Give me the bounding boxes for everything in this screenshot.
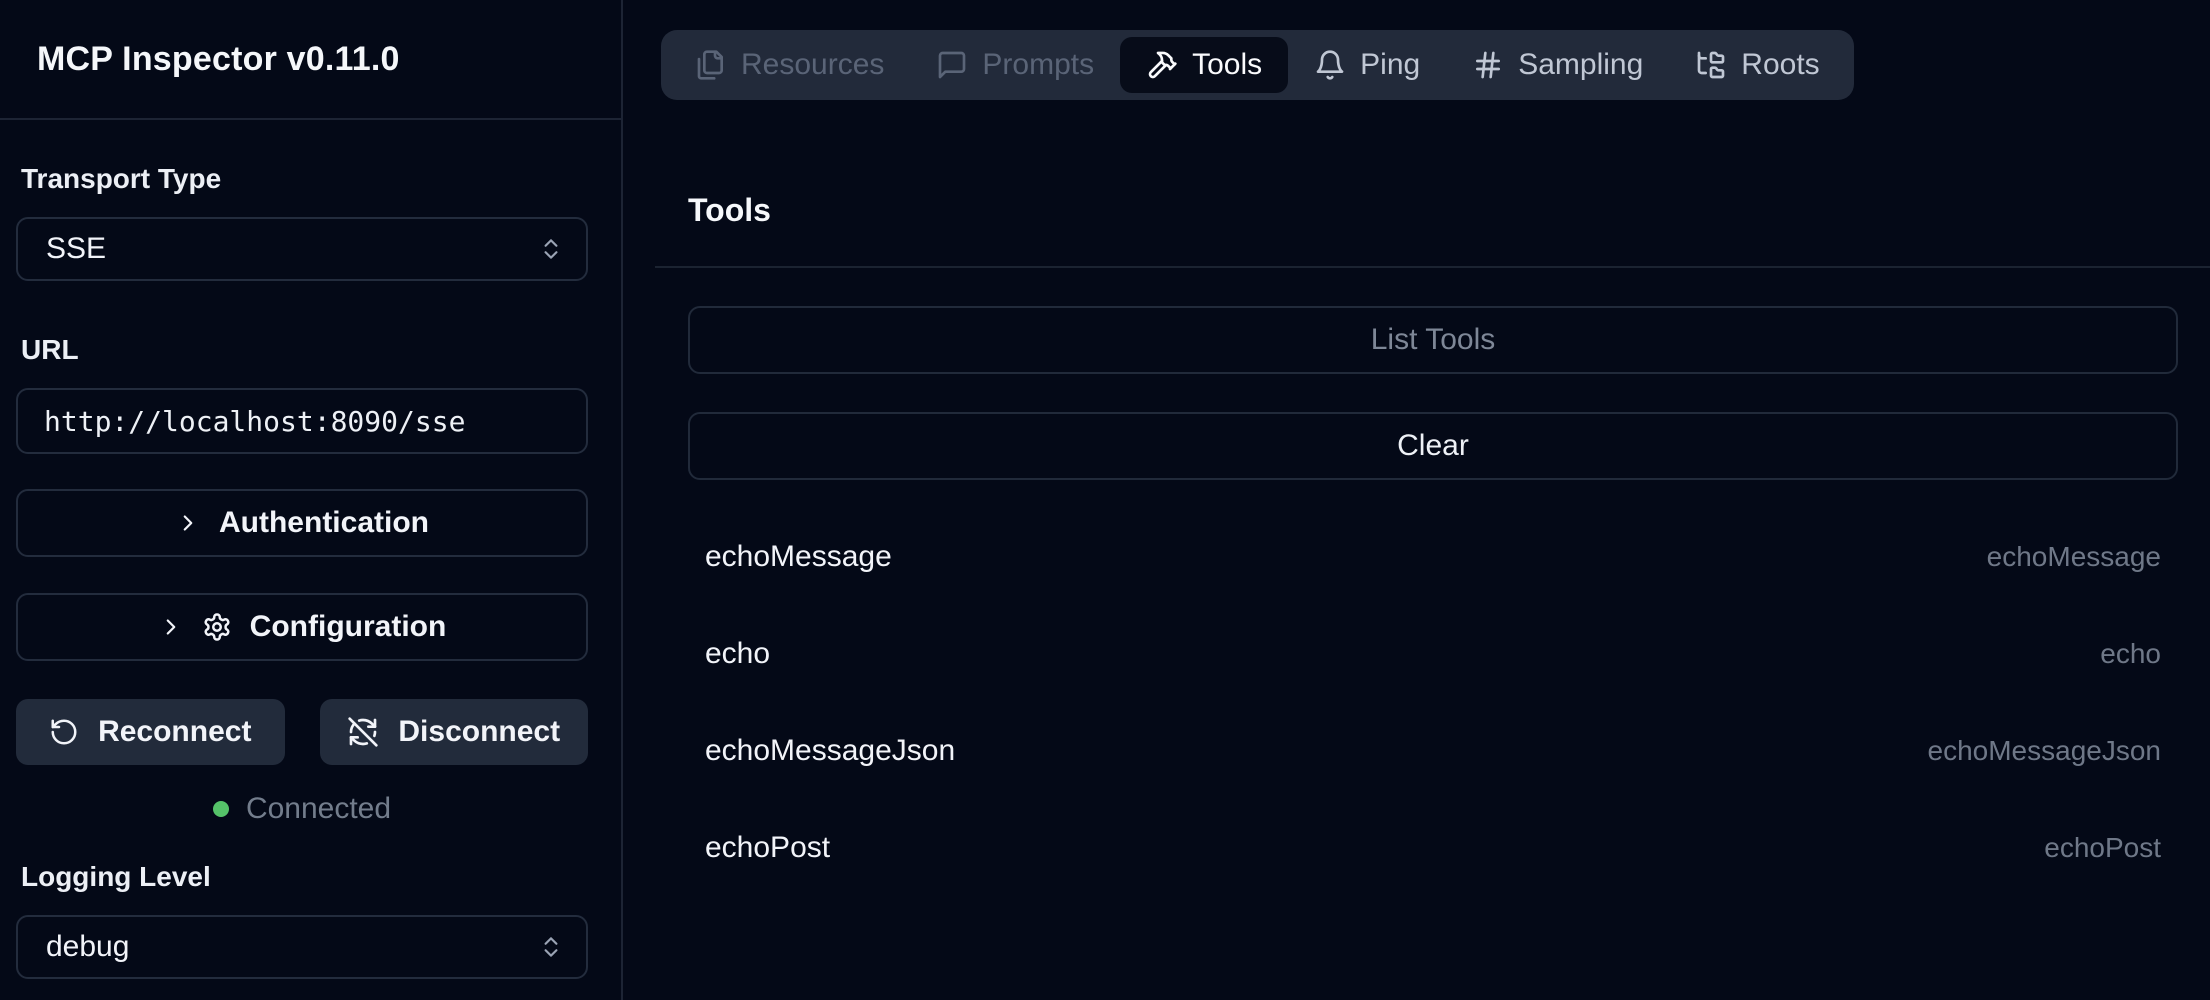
tool-row-echomessage[interactable]: echoMessage echoMessage	[688, 508, 2178, 605]
disconnect-button-label: Disconnect	[398, 715, 560, 749]
tool-row-echopost[interactable]: echoPost echoPost	[688, 799, 2178, 896]
logging-level-select[interactable]: debug	[16, 915, 588, 979]
rotate-ccw-icon	[49, 717, 79, 747]
hammer-icon	[1146, 49, 1178, 81]
main-panel: Resources Prompts Tools Ping	[623, 0, 2210, 1000]
reconnect-button-label: Reconnect	[98, 715, 251, 749]
transport-type-value: SSE	[46, 232, 106, 266]
refresh-cw-off-icon	[347, 716, 379, 748]
transport-type-select[interactable]: SSE	[16, 217, 588, 281]
tool-description: echoPost	[2044, 832, 2161, 864]
files-icon	[695, 49, 727, 81]
chevron-right-icon	[175, 510, 201, 536]
tool-row-echomessagejson[interactable]: echoMessageJson echoMessageJson	[688, 702, 2178, 799]
tool-name: echo	[705, 637, 770, 671]
connected-status-text: Connected	[246, 792, 391, 826]
tab-prompts[interactable]: Prompts	[910, 37, 1120, 93]
tab-ping[interactable]: Ping	[1288, 37, 1446, 93]
tab-sampling[interactable]: Sampling	[1446, 37, 1669, 93]
tool-name: echoPost	[705, 831, 830, 865]
reconnect-button[interactable]: Reconnect	[16, 699, 285, 765]
tab-resources[interactable]: Resources	[669, 37, 910, 93]
tool-row-echo[interactable]: echo echo	[688, 605, 2178, 702]
transport-type-label: Transport Type	[21, 163, 588, 195]
tools-list: echoMessage echoMessage echo echo echoMe…	[688, 508, 2178, 896]
authentication-button[interactable]: Authentication	[16, 489, 588, 557]
tab-bar: Resources Prompts Tools Ping	[661, 30, 1854, 100]
sidebar-body: Transport Type SSE URL Authentication	[0, 120, 621, 979]
tab-ping-label: Ping	[1360, 48, 1420, 82]
clear-button[interactable]: Clear	[688, 412, 2178, 480]
folder-tree-icon	[1695, 49, 1727, 81]
sidebar: MCP Inspector v0.11.0 Transport Type SSE…	[0, 0, 623, 1000]
tool-description: echoMessage	[1987, 541, 2161, 573]
tab-roots-label: Roots	[1741, 48, 1819, 82]
connection-status: Connected	[16, 791, 588, 827]
message-square-icon	[936, 49, 968, 81]
tool-name: echoMessageJson	[705, 734, 955, 768]
tools-heading: Tools	[688, 192, 2210, 229]
sidebar-header: MCP Inspector v0.11.0	[0, 0, 621, 120]
connected-status-dot	[213, 801, 229, 817]
tab-tools-label: Tools	[1192, 48, 1262, 82]
logging-level-label: Logging Level	[21, 861, 588, 893]
disconnect-button[interactable]: Disconnect	[320, 699, 589, 765]
app-window: MCP Inspector v0.11.0 Transport Type SSE…	[0, 0, 2210, 1000]
list-tools-button[interactable]: List Tools	[688, 306, 2178, 374]
tab-roots[interactable]: Roots	[1669, 37, 1845, 93]
tab-prompts-label: Prompts	[982, 48, 1094, 82]
url-label: URL	[21, 334, 588, 366]
tool-name: echoMessage	[705, 540, 892, 574]
logging-level-value: debug	[46, 930, 129, 964]
url-input[interactable]	[16, 388, 588, 454]
tab-resources-label: Resources	[741, 48, 884, 82]
configuration-button-label: Configuration	[250, 610, 447, 644]
bell-icon	[1314, 49, 1346, 81]
tool-description: echoMessageJson	[1928, 735, 2161, 767]
chevrons-up-down-icon	[538, 236, 564, 262]
app-title: MCP Inspector v0.11.0	[37, 40, 400, 79]
tab-tools[interactable]: Tools	[1120, 37, 1288, 93]
chevrons-up-down-icon	[538, 934, 564, 960]
chevron-right-icon	[158, 614, 184, 640]
configuration-button[interactable]: Configuration	[16, 593, 588, 661]
tool-description: echo	[2100, 638, 2161, 670]
hash-icon	[1472, 49, 1504, 81]
connection-buttons-row: Reconnect Disconnect	[16, 699, 588, 765]
tab-sampling-label: Sampling	[1518, 48, 1643, 82]
gear-icon	[202, 612, 232, 642]
heading-divider	[655, 266, 2210, 268]
authentication-button-label: Authentication	[219, 506, 429, 540]
